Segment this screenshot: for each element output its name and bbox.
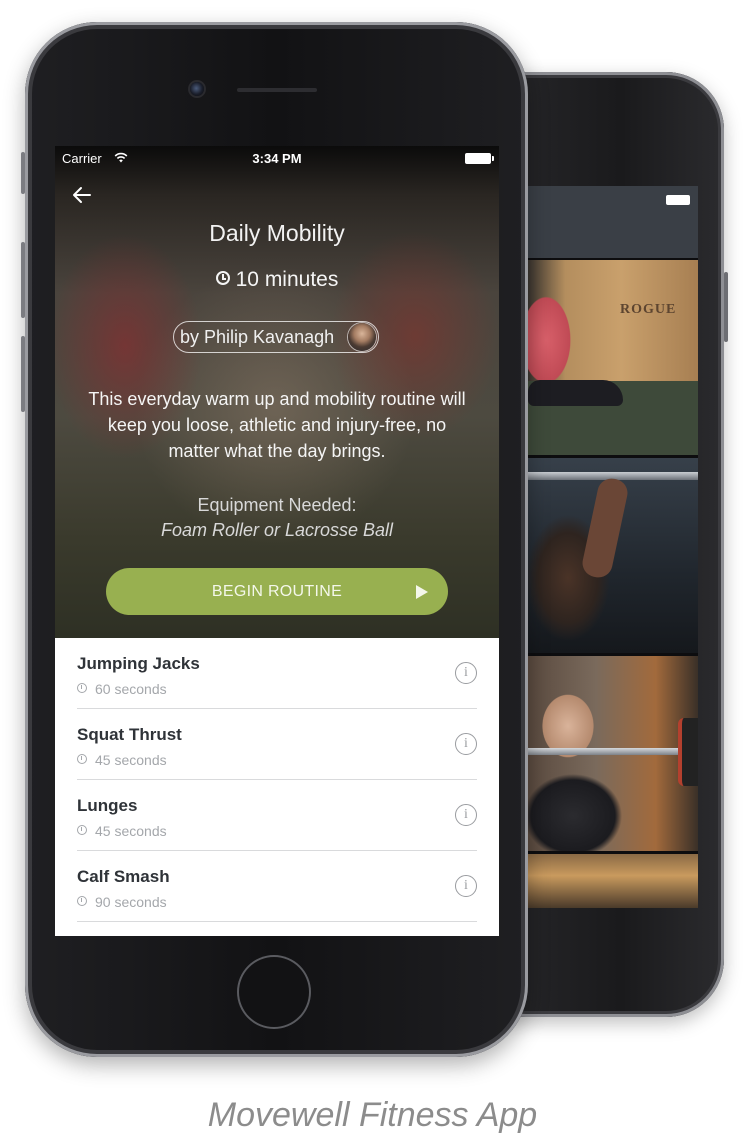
status-bar: Carrier 3:34 PM [55, 146, 499, 170]
info-icon[interactable]: i [455, 875, 477, 897]
photo-barbell [528, 748, 698, 755]
mute-switch [21, 152, 25, 194]
volume-down-button [21, 336, 25, 412]
equipment-label: Equipment Needed: [197, 495, 357, 515]
workout-photo-lunge[interactable]: ROGUE [528, 260, 698, 455]
routine-duration: 10 minutes [55, 268, 499, 292]
photo-figure [579, 475, 631, 581]
exercise-duration: 45 seconds [95, 752, 167, 768]
workout-photo-gym[interactable] [528, 854, 698, 908]
workout-photo-lift[interactable] [528, 656, 698, 851]
exercise-duration: 90 seconds [95, 894, 167, 910]
info-icon[interactable]: i [455, 733, 477, 755]
photo-sign-text: ROGUE [620, 302, 677, 317]
clock-icon [77, 754, 87, 764]
clock-icon [77, 683, 87, 693]
front-phone-screen: Carrier 3:34 PM Daily Mobility 10 minute… [55, 146, 499, 936]
workout-photo-bench[interactable] [528, 458, 698, 653]
info-icon[interactable]: i [455, 662, 477, 684]
exercise-name: Lunges [77, 796, 138, 815]
list-item[interactable]: Jumping Jacks 60 seconds i [55, 638, 499, 709]
begin-routine-button[interactable]: BEGIN ROUTINE [106, 568, 448, 615]
begin-routine-label: BEGIN ROUTINE [211, 583, 343, 600]
back-phone-side-button [724, 272, 728, 342]
author-name: by Philip Kavanagh [180, 327, 335, 347]
back-phone-header [528, 186, 698, 258]
exercise-name: Squat Thrust [77, 725, 182, 744]
battery-icon [666, 195, 690, 205]
camera-icon [190, 82, 204, 96]
home-button[interactable] [237, 955, 311, 1029]
routine-title: Daily Mobility [209, 220, 345, 246]
info-icon[interactable]: i [455, 804, 477, 826]
exercise-list: Jumping Jacks 60 seconds i Squat Thrust … [55, 638, 499, 936]
clock-icon [215, 271, 230, 285]
speaker-grille [237, 88, 317, 92]
list-item[interactable]: Squat Thrust 45 seconds i [55, 709, 499, 780]
photo-plate [678, 718, 698, 786]
author-pill[interactable]: by Philip Kavanagh [173, 321, 379, 353]
avatar [348, 323, 376, 351]
clock-icon [77, 825, 87, 835]
play-icon [416, 585, 428, 599]
routine-description: This everyday warm up and mobility routi… [88, 389, 466, 461]
divider [77, 920, 477, 922]
back-phone-screen: ROGUE [528, 186, 698, 908]
clock-icon [77, 896, 87, 906]
volume-up-button [21, 242, 25, 318]
exercise-name: Jumping Jacks [77, 654, 200, 673]
exercise-name: Calf Smash [77, 867, 170, 886]
app-caption: Movewell Fitness App [207, 1096, 538, 1134]
equipment-value: Foam Roller or Lacrosse Ball [160, 520, 394, 540]
routine-hero: Carrier 3:34 PM Daily Mobility 10 minute… [55, 146, 499, 638]
exercise-duration: 45 seconds [95, 823, 167, 839]
exercise-duration: 60 seconds [95, 681, 167, 697]
back-arrow-icon[interactable] [71, 186, 93, 204]
battery-icon [465, 153, 494, 164]
list-item[interactable]: Lunges 45 seconds i [55, 780, 499, 851]
list-item[interactable]: Calf Smash 90 seconds i [55, 851, 499, 922]
photo-figure [528, 380, 623, 406]
clock-time: 3:34 PM [252, 151, 302, 166]
routine-duration-text: 10 minutes [235, 268, 339, 291]
